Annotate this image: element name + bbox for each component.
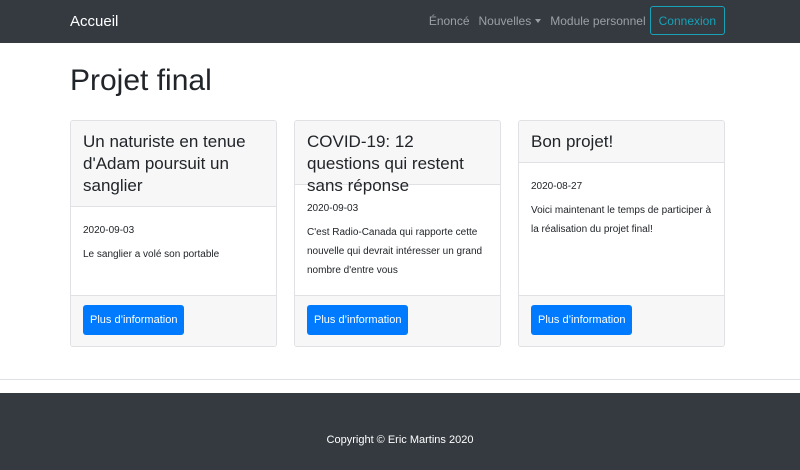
login-button[interactable]: Connexion <box>649 6 725 35</box>
card-text: C'est Radio-Canada qui rapporte cette no… <box>307 227 483 276</box>
caret-down-icon <box>535 19 542 24</box>
card-footer: Plus d’information <box>295 295 500 346</box>
nav-links: Énoncé Nouvelles Module personnel Connex… <box>429 5 725 36</box>
card-date: 2020-08-27 <box>531 181 583 192</box>
card-title: COVID-19: 12 questions qui restent sans … <box>295 121 500 195</box>
page-footer <box>0 393 800 470</box>
more-info-button[interactable]: Plus d’information <box>531 305 633 335</box>
card-date: 2020-09-03 <box>307 203 359 214</box>
news-card: Bon projet! 2020-08-27 Voici maintenant … <box>518 120 725 347</box>
nav-link-enonce[interactable]: Énoncé <box>429 14 470 28</box>
card-footer: Plus d’information <box>71 295 276 346</box>
brand-link[interactable]: Accueil <box>70 13 118 30</box>
card-footer: Plus d’information <box>519 295 724 346</box>
nav-link-module-personnel[interactable]: Module personnel <box>550 14 645 28</box>
news-card: Un naturiste en tenue d'Adam poursuit un… <box>70 120 277 347</box>
card-date: 2020-09-03 <box>83 225 135 236</box>
card-text: Voici maintenant le temps de participer … <box>531 205 712 235</box>
news-card: COVID-19: 12 questions qui restent sans … <box>294 120 501 347</box>
card-body: 2020-09-03 C'est Radio-Canada qui rappor… <box>295 203 500 280</box>
footer-divider <box>0 379 800 380</box>
page-title: Projet final <box>70 64 212 97</box>
more-info-button[interactable]: Plus d’information <box>307 305 409 335</box>
nav-dropdown-label: Nouvelles <box>478 13 532 28</box>
nav-dropdown-nouvelles[interactable]: Nouvelles <box>479 14 542 28</box>
card-text: Le sanglier a volé son portable <box>83 249 220 260</box>
top-navbar: Accueil Énoncé Nouvelles Module personne… <box>0 0 800 43</box>
card-body: 2020-08-27 Voici maintenant le temps de … <box>519 181 724 239</box>
more-info-button[interactable]: Plus d’information <box>83 305 185 335</box>
copyright-text: Copyright © Eric Martins 2020 <box>326 434 474 446</box>
card-body: 2020-09-03 Le sanglier a volé son portab… <box>71 225 276 264</box>
card-title: Un naturiste en tenue d'Adam poursuit un… <box>71 121 276 207</box>
card-title: Bon projet! <box>519 121 724 163</box>
